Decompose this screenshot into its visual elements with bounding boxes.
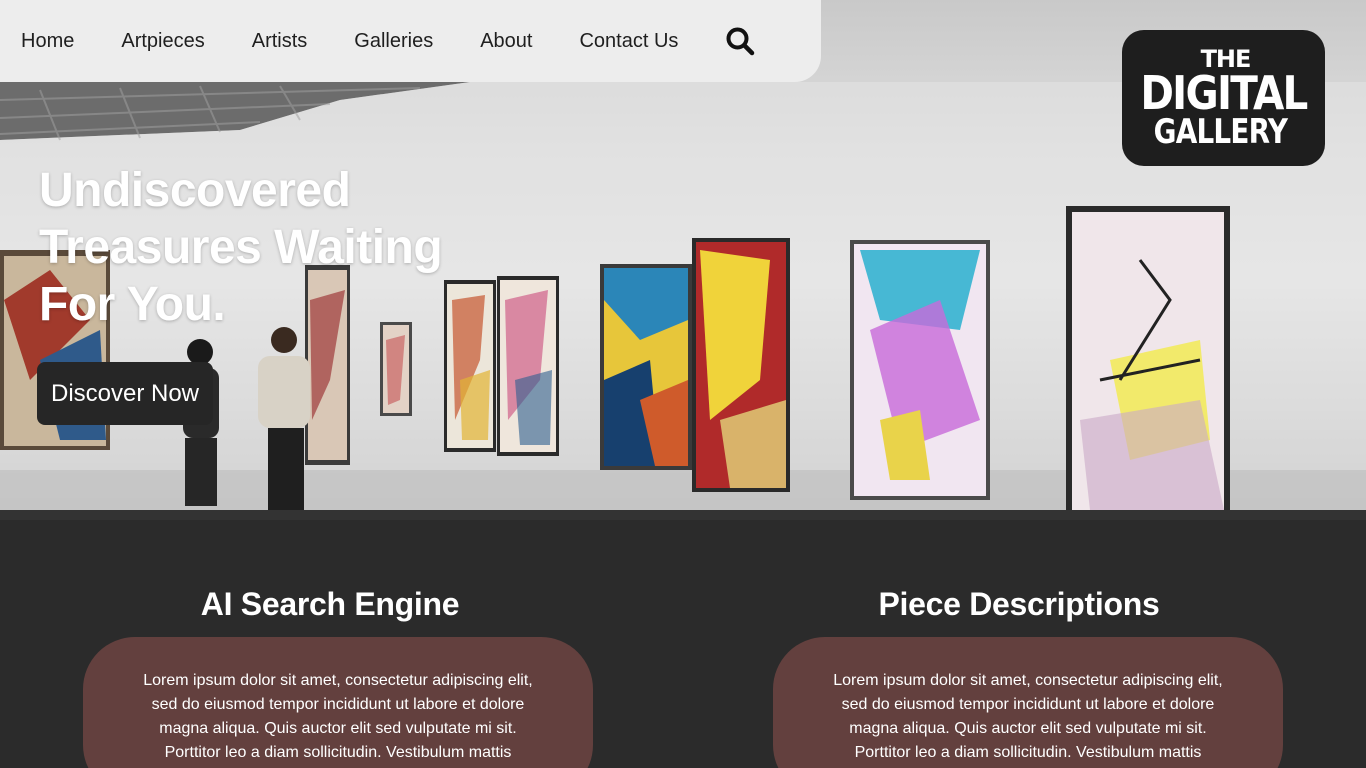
card-text-line: Porttitor leo a diam sollicitudin. Vesti… (164, 744, 512, 761)
card-text-line: magna aliqua. Quis auctor elit sed vulpu… (849, 720, 1207, 737)
nav-artists[interactable]: Artists (252, 30, 308, 53)
feature-title-ai-search: AI Search Engine (200, 586, 460, 622)
card-text-line: sed do eiusmod tempor incididunt ut labo… (841, 696, 1215, 713)
features-section: AI Search Engine Lorem ipsum dolor sit a… (0, 510, 1366, 768)
feature-card-piece-descriptions: Lorem ipsum dolor sit amet, consectetur … (773, 637, 1283, 768)
headline-line: Undiscovered (39, 164, 351, 217)
feature-title-piece-descriptions: Piece Descriptions (878, 586, 1160, 622)
hero-headline: Undiscovered Treasures Waiting For You. (39, 162, 499, 333)
search-icon (726, 27, 755, 56)
card-text-line: Lorem ipsum dolor sit amet, consectetur … (833, 672, 1223, 689)
nav-contact-us[interactable]: Contact Us (579, 30, 678, 53)
site-logo[interactable]: THE DIGITAL GALLERY (1122, 30, 1325, 166)
nav-about[interactable]: About (480, 30, 532, 53)
nav-artpieces[interactable]: Artpieces (121, 30, 204, 53)
card-text-line: magna aliqua. Quis auctor elit sed vulpu… (159, 720, 517, 737)
top-nav: Home Artpieces Artists Galleries About C… (0, 0, 821, 82)
nav-home[interactable]: Home (21, 30, 74, 53)
section-divider (0, 510, 1366, 520)
card-text-line: Lorem ipsum dolor sit amet, consectetur … (143, 672, 533, 689)
card-text-line: Porttitor leo a diam sollicitudin. Vesti… (854, 744, 1202, 761)
search-button[interactable] (725, 26, 755, 56)
logo-line-gallery: GALLERY (1153, 112, 1288, 152)
feature-card-ai-search: Lorem ipsum dolor sit amet, consectetur … (83, 637, 593, 768)
headline-line: For You. (39, 278, 226, 331)
headline-line: Treasures Waiting (39, 221, 443, 274)
hero-banner: Home Artpieces Artists Galleries About C… (0, 0, 1366, 510)
discover-now-button[interactable]: Discover Now (37, 362, 213, 425)
nav-galleries[interactable]: Galleries (354, 30, 433, 53)
logo-line-digital: DIGITAL (1140, 66, 1308, 120)
card-text-line: sed do eiusmod tempor incididunt ut labo… (151, 696, 525, 713)
